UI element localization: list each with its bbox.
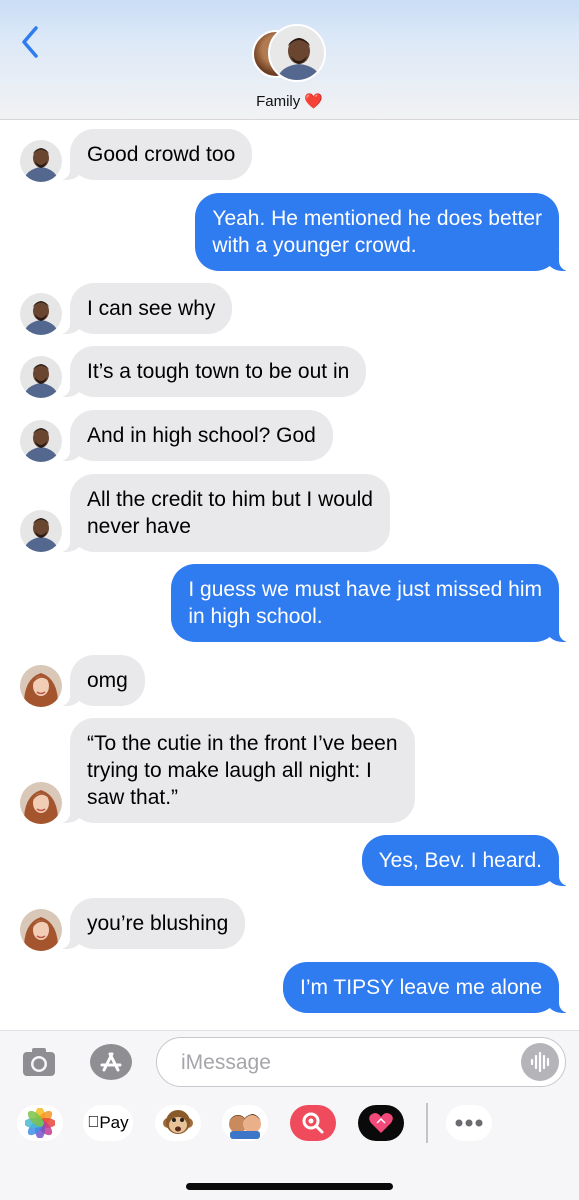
- sender-avatar-man[interactable]: [20, 356, 62, 398]
- app-drawer:  Pay: [0, 1097, 579, 1153]
- sender-avatar-woman[interactable]: [20, 665, 62, 707]
- incoming-message[interactable]: It’s a tough town to be out in: [57, 346, 367, 397]
- message-text: saw that.”: [87, 786, 179, 809]
- sender-avatar-woman[interactable]: [20, 782, 62, 824]
- message-text: It’s a tough town to be out in: [87, 360, 350, 383]
- app-store-button[interactable]: [89, 1043, 133, 1081]
- incoming-message[interactable]: “To the cutie in the front I’ve been try…: [58, 718, 415, 823]
- photos-icon: [25, 1108, 55, 1138]
- incoming-message[interactable]: you’re blushing: [57, 898, 246, 949]
- memoji-icon: [229, 1114, 261, 1139]
- outgoing-message[interactable]: Yes, Bev. I heard.: [361, 835, 572, 886]
- more-icon: [455, 1119, 483, 1127]
- imessage-placeholder: iMessage: [181, 1051, 271, 1074]
- search-images-icon: [302, 1112, 324, 1134]
- chevron-left-icon: [22, 26, 38, 58]
- sender-avatar-man[interactable]: [20, 510, 62, 552]
- waveform-icon: [530, 1051, 550, 1073]
- home-indicator[interactable]: [186, 1183, 393, 1190]
- message-text: Good crowd too: [87, 143, 236, 166]
- incoming-message[interactable]: I can see why: [57, 283, 233, 334]
- sender-avatar-man[interactable]: [20, 140, 62, 182]
- camera-button[interactable]: [20, 1043, 58, 1081]
- group-name-text: Family: [256, 93, 301, 110]
- conversation-header: Family ❤️: [0, 0, 579, 120]
- apple-pay-label: Pay: [93, 1113, 128, 1132]
- apple-pay-button[interactable]:  Pay: [83, 1105, 133, 1141]
- digital-touch-button[interactable]: [358, 1105, 404, 1141]
- image-search-button[interactable]: [290, 1105, 336, 1141]
- app-store-icon: [90, 1044, 132, 1080]
- memoji-button[interactable]: [222, 1105, 268, 1141]
- compose-bar: iMessage Pay: [0, 1030, 579, 1200]
- heart-icon: ❤️: [304, 93, 323, 110]
- heart-digital-touch-icon: [369, 1113, 393, 1133]
- audio-message-button[interactable]: [521, 1043, 559, 1081]
- drawer-divider: [426, 1103, 428, 1143]
- outgoing-message[interactable]: Yeah. He mentioned he does better with a…: [195, 193, 571, 271]
- animoji-button[interactable]: [155, 1105, 201, 1141]
- message-text: Yeah. He mentioned he does better: [212, 207, 542, 230]
- message-text: I guess we must have just missed him: [188, 578, 542, 601]
- message-text: in high school.: [188, 605, 323, 628]
- message-text: omg: [87, 669, 128, 692]
- message-text: Yes, Bev. I heard.: [378, 849, 542, 872]
- incoming-message[interactable]: All the credit to him but I would never …: [58, 474, 390, 552]
- photos-app-button[interactable]: [17, 1105, 63, 1141]
- outgoing-message[interactable]: I guess we must have just missed him in …: [171, 564, 571, 642]
- member-avatar-man: [268, 24, 326, 82]
- message-text: you’re blushing: [87, 912, 229, 935]
- message-thread[interactable]: Good crowd too Yeah. He mentioned he doe…: [0, 120, 579, 1030]
- message-text: trying to make laugh all night: I: [87, 759, 372, 782]
- group-avatar[interactable]: [252, 24, 326, 84]
- more-apps-button[interactable]: [446, 1105, 492, 1141]
- message-text: All the credit to him but I would: [87, 488, 373, 511]
- group-title[interactable]: Family ❤️: [0, 92, 579, 110]
- message-text: never have: [87, 515, 191, 538]
- incoming-message[interactable]: And in high school? God: [58, 410, 333, 461]
- incoming-message[interactable]: Good crowd too: [57, 129, 253, 180]
- apple-logo-icon: : [87, 1114, 99, 1132]
- message-text: “To the cutie in the front I’ve been: [87, 732, 398, 755]
- back-button[interactable]: [16, 24, 46, 60]
- outgoing-message[interactable]: I’m TIPSY leave me alone: [282, 962, 572, 1013]
- monkey-animoji-icon: [163, 1110, 193, 1134]
- message-text: I’m TIPSY leave me alone: [299, 976, 542, 999]
- message-text: with a younger crowd.: [212, 234, 417, 257]
- message-text: I can see why: [87, 297, 216, 320]
- sender-avatar-woman[interactable]: [20, 909, 62, 951]
- camera-icon: [23, 1048, 55, 1076]
- sender-avatar-man[interactable]: [20, 293, 62, 335]
- incoming-message[interactable]: omg: [58, 655, 145, 706]
- sender-avatar-man[interactable]: [20, 420, 62, 462]
- imessage-input[interactable]: iMessage: [156, 1037, 566, 1087]
- message-text: And in high school? God: [87, 424, 316, 447]
